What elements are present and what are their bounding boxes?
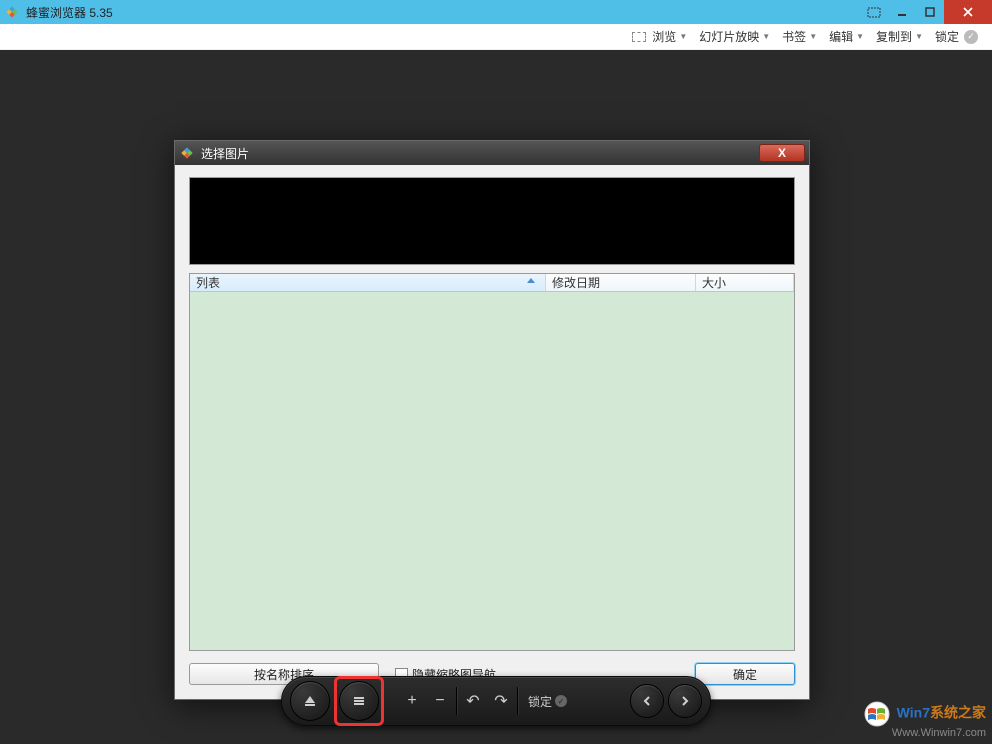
zoom-out-button[interactable]: − [428, 692, 452, 710]
column-header-list[interactable]: 列表 [190, 274, 546, 291]
list-menu-button[interactable] [339, 681, 379, 721]
top-menubar: 浏览 ▼ 幻灯片放映 ▼ 书签 ▼ 编辑 ▼ 复制到 ▼ 锁定 ✓ [0, 24, 992, 50]
rotate-left-button[interactable]: ↶ [461, 691, 485, 711]
toolbar-lock-toggle[interactable]: 锁定 ✓ [522, 693, 573, 710]
menu-browse-label: 浏览 [652, 28, 676, 45]
bottom-toolbar: + − ↶ ↷ 锁定 ✓ [281, 676, 711, 726]
annotation-highlight [334, 676, 384, 726]
column-header-modified-date[interactable]: 修改日期 [546, 274, 696, 291]
chevron-down-icon: ▼ [856, 32, 864, 41]
window-titlebar: 蜂蜜浏览器 5.35 [0, 0, 992, 24]
browse-rect-icon [632, 32, 646, 42]
column-header-row: 列表 修改日期 大小 [190, 274, 794, 292]
file-list: 列表 修改日期 大小 [189, 273, 795, 651]
column-header-mdate-label: 修改日期 [552, 274, 600, 291]
menu-bookmark[interactable]: 书签 ▼ [776, 24, 823, 49]
sort-asc-icon [527, 278, 535, 283]
menu-copyto[interactable]: 复制到 ▼ [870, 24, 929, 49]
menu-edit-label: 编辑 [829, 28, 853, 45]
watermark-line1b: 系统之家 [930, 705, 986, 721]
chevron-down-icon: ▼ [809, 32, 817, 41]
minimize-button[interactable] [888, 1, 916, 23]
column-header-size[interactable]: 大小 [696, 274, 794, 291]
menu-lock[interactable]: 锁定 ✓ [929, 24, 984, 49]
select-image-dialog: 选择图片 X 列表 修改日期 大小 [174, 140, 810, 700]
watermark: Win7系统之家 Www.Winwin7.com [864, 701, 986, 740]
app-logo-icon [4, 4, 20, 20]
check-circle-icon: ✓ [555, 695, 567, 707]
ok-button-label: 确定 [733, 666, 757, 683]
dialog-close-button[interactable]: X [759, 144, 805, 162]
toolbar-divider [517, 687, 518, 715]
menu-slideshow-label: 幻灯片放映 [699, 28, 759, 45]
dialog-title: 选择图片 [201, 145, 249, 162]
column-header-list-label: 列表 [196, 274, 220, 291]
maximize-button[interactable] [916, 1, 944, 23]
dialog-logo-icon [179, 145, 195, 161]
menu-edit[interactable]: 编辑 ▼ [823, 24, 870, 49]
menu-copyto-label: 复制到 [876, 28, 912, 45]
chevron-down-icon: ▼ [915, 32, 923, 41]
ok-button[interactable]: 确定 [695, 663, 795, 685]
viewer-area: 选择图片 X 列表 修改日期 大小 [0, 50, 992, 744]
prev-button[interactable] [630, 684, 664, 718]
dialog-body: 列表 修改日期 大小 按名称排序 隐 [175, 165, 809, 699]
watermark-line1a: Win7 [897, 705, 930, 721]
rotate-right-button[interactable]: ↷ [489, 691, 513, 711]
zoom-in-button[interactable]: + [400, 692, 424, 710]
next-button[interactable] [668, 684, 702, 718]
watermark-line2: Www.Winwin7.com [864, 727, 986, 740]
chevron-down-icon: ▼ [679, 32, 687, 41]
menu-slideshow[interactable]: 幻灯片放映 ▼ [693, 24, 776, 49]
thumbnail-nav-strip[interactable] [189, 177, 795, 265]
menu-lock-label: 锁定 [935, 28, 959, 45]
eject-button[interactable] [290, 681, 330, 721]
check-circle-icon: ✓ [964, 30, 978, 44]
restore-size-icon[interactable] [860, 1, 888, 23]
windows-logo-icon [864, 701, 890, 727]
dialog-titlebar: 选择图片 X [175, 141, 809, 165]
toolbar-divider [456, 687, 457, 715]
menu-bookmark-label: 书签 [782, 28, 806, 45]
window-title: 蜂蜜浏览器 5.35 [26, 4, 113, 21]
column-header-size-label: 大小 [702, 274, 726, 291]
chevron-down-icon: ▼ [762, 32, 770, 41]
toolbar-lock-label: 锁定 [528, 693, 552, 710]
file-list-body[interactable] [190, 292, 794, 650]
close-button[interactable] [944, 0, 992, 24]
menu-browse[interactable]: 浏览 ▼ [626, 24, 693, 49]
